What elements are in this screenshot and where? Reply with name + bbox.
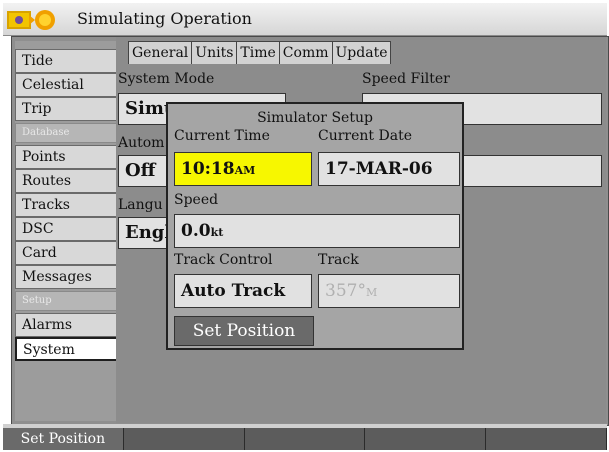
current-date-label: Current Date: [318, 128, 412, 144]
track-field: 357°M: [318, 274, 460, 308]
tab-update[interactable]: Update: [332, 41, 392, 64]
current-time-unit: AM: [234, 164, 256, 177]
current-time-value: 10:18: [181, 159, 235, 179]
track-value: 357°: [325, 281, 366, 301]
dialog-title: Simulator Setup: [257, 110, 373, 126]
sidebar-item-dsc[interactable]: DSC: [15, 217, 119, 241]
sidebar-item-routes[interactable]: Routes: [15, 169, 119, 193]
sidebar: Tide Celestial Trip Database Points Rout…: [15, 41, 123, 421]
speed-field[interactable]: 0.0kt: [174, 214, 460, 248]
softkey-5[interactable]: [486, 428, 607, 450]
sidebar-item-points[interactable]: Points: [15, 145, 119, 169]
simulator-setup-dialog: Simulator Setup Current Time Current Dat…: [166, 102, 464, 350]
softkey-4[interactable]: [365, 428, 487, 450]
track-control-field[interactable]: Auto Track: [174, 274, 312, 308]
window-title: Simulating Operation: [77, 9, 252, 28]
tab-bar: General Units Time Comm Update: [128, 41, 392, 64]
tab-units[interactable]: Units: [192, 41, 238, 64]
sidebar-item-celestial[interactable]: Celestial: [15, 73, 119, 97]
current-time-field[interactable]: 10:18AM: [174, 152, 312, 186]
track-control-label: Track Control: [174, 252, 273, 268]
current-date-field[interactable]: 17-MAR-06: [318, 152, 460, 186]
sidebar-item-tide[interactable]: Tide: [15, 49, 119, 73]
sidebar-item-card[interactable]: Card: [15, 241, 119, 265]
current-time-label: Current Time: [174, 128, 270, 144]
track-label: Track: [318, 252, 359, 268]
tab-comm[interactable]: Comm: [279, 41, 333, 64]
sidebar-item-messages[interactable]: Messages: [15, 265, 119, 289]
title-bar: Simulating Operation: [3, 3, 607, 36]
speed-filter-label: Speed Filter: [362, 71, 450, 87]
speed-value: 0.0: [181, 221, 211, 241]
set-position-button[interactable]: Set Position: [174, 316, 314, 346]
track-unit: M: [365, 286, 378, 299]
sidebar-item-alarms[interactable]: Alarms: [15, 313, 119, 337]
tab-general[interactable]: General: [128, 41, 193, 64]
tab-time[interactable]: Time: [237, 41, 280, 64]
auto-power-label: Autom: [118, 135, 165, 151]
sidebar-item-trip[interactable]: Trip: [15, 97, 119, 121]
system-mode-label: System Mode: [118, 71, 215, 87]
sidebar-item-system[interactable]: System: [15, 337, 119, 361]
sidebar-header-database: Database: [15, 123, 119, 143]
app-frame: Simulating Operation Tide Celestial Trip…: [0, 0, 609, 452]
sidebar-item-tracks[interactable]: Tracks: [15, 193, 119, 217]
softkey-2[interactable]: [123, 428, 245, 450]
garmin-logo-icon: [7, 10, 55, 30]
soft-key-bar: Set Position: [3, 428, 607, 450]
speed-label: Speed: [174, 192, 219, 208]
sidebar-header-setup: Setup: [15, 291, 119, 311]
language-label: Langu: [118, 197, 163, 213]
softkey-3[interactable]: [244, 428, 366, 450]
speed-unit: kt: [210, 226, 224, 239]
softkey-set-position[interactable]: Set Position: [3, 428, 124, 450]
